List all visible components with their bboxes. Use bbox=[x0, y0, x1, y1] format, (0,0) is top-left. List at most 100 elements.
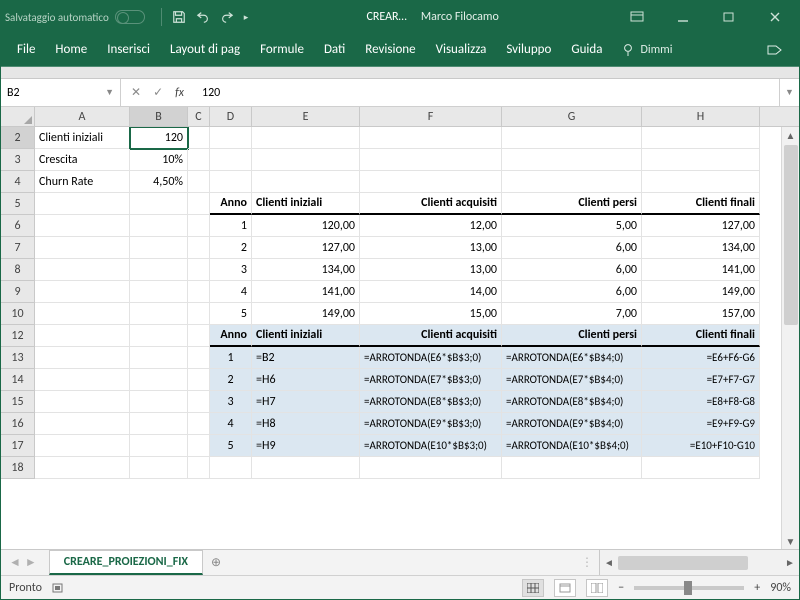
cell-B3[interactable]: 10% bbox=[130, 149, 188, 171]
name-box[interactable]: B2 ▼ bbox=[1, 79, 121, 106]
zoom-out-button[interactable]: − bbox=[618, 581, 624, 595]
sheet-next-icon[interactable]: ► bbox=[25, 555, 37, 570]
row-18-header[interactable]: 18 bbox=[1, 457, 35, 479]
row-12-header[interactable]: 12 bbox=[1, 325, 35, 347]
cell-E9[interactable]: 141,00 bbox=[252, 281, 360, 303]
horizontal-scroll-thumb[interactable] bbox=[618, 556, 748, 570]
sheet-area-grip-icon[interactable]: ⋮ bbox=[575, 555, 599, 570]
cell-G9[interactable]: 6,00 bbox=[502, 281, 642, 303]
cell-H10[interactable]: 157,00 bbox=[642, 303, 760, 325]
formula-input[interactable]: 120 bbox=[194, 79, 779, 106]
save-icon[interactable] bbox=[172, 10, 186, 24]
cell-H17[interactable]: =E10+F10-G10 bbox=[642, 435, 760, 457]
cell-E15[interactable]: =H7 bbox=[252, 391, 360, 413]
cell-E8[interactable]: 134,00 bbox=[252, 259, 360, 281]
col-F[interactable]: F bbox=[360, 107, 502, 126]
sheet-nav-arrows[interactable]: ◄ ► bbox=[1, 550, 45, 575]
cell-C2[interactable] bbox=[188, 127, 210, 149]
col-G[interactable]: G bbox=[502, 107, 642, 126]
view-page-break-button[interactable] bbox=[586, 579, 608, 597]
cell-D2[interactable] bbox=[210, 127, 252, 149]
vertical-scroll-thumb[interactable] bbox=[784, 145, 798, 325]
row-13-header[interactable]: 13 bbox=[1, 347, 35, 369]
qat-more-icon[interactable]: ▸ bbox=[244, 12, 249, 23]
cell-F17[interactable]: =ARROTONDA(E10*$B$3;0) bbox=[360, 435, 502, 457]
cell-F15[interactable]: =ARROTONDA(E8*$B$3;0) bbox=[360, 391, 502, 413]
tab-sviluppo[interactable]: Sviluppo bbox=[496, 33, 561, 67]
cell-D5[interactable]: Anno bbox=[210, 193, 252, 215]
tab-inserisci[interactable]: Inserisci bbox=[97, 33, 160, 67]
cell-E5[interactable]: Clienti iniziali bbox=[252, 193, 360, 215]
cell-D16[interactable]: 4 bbox=[210, 413, 252, 435]
horizontal-scrollbar[interactable]: ◄ ► bbox=[599, 550, 799, 575]
cell-F7[interactable]: 13,00 bbox=[360, 237, 502, 259]
col-H[interactable]: H bbox=[642, 107, 760, 126]
row-17-header[interactable]: 17 bbox=[1, 435, 35, 457]
cell-F10[interactable]: 15,00 bbox=[360, 303, 502, 325]
cell-E7[interactable]: 127,00 bbox=[252, 237, 360, 259]
row-10-header[interactable]: 10 bbox=[1, 303, 35, 325]
scroll-left-icon[interactable]: ◄ bbox=[600, 556, 618, 569]
col-C[interactable]: C bbox=[188, 107, 210, 126]
cell-G8[interactable]: 6,00 bbox=[502, 259, 642, 281]
col-A[interactable]: A bbox=[35, 107, 130, 126]
cell-G15[interactable]: =ARROTONDA(E8*$B$4;0) bbox=[502, 391, 642, 413]
autosave-toggle[interactable]: Salvataggio automatico bbox=[5, 10, 145, 24]
cancel-formula-icon[interactable]: ✕ bbox=[131, 85, 141, 100]
cell-H16[interactable]: =E9+F9-G9 bbox=[642, 413, 760, 435]
cell-D12[interactable]: Anno bbox=[210, 325, 252, 347]
cell-G10[interactable]: 7,00 bbox=[502, 303, 642, 325]
ribbon-display-icon[interactable] bbox=[617, 2, 657, 32]
cell-F14[interactable]: =ARROTONDA(E7*$B$3;0) bbox=[360, 369, 502, 391]
cell-H14[interactable]: =E7+F7-G7 bbox=[642, 369, 760, 391]
tab-guida[interactable]: Guida bbox=[561, 33, 612, 67]
cell-E6[interactable]: 120,00 bbox=[252, 215, 360, 237]
cell-H2[interactable] bbox=[642, 127, 760, 149]
cell-D15[interactable]: 3 bbox=[210, 391, 252, 413]
formula-expand-icon[interactable]: ▼ bbox=[779, 79, 799, 106]
zoom-in-button[interactable]: + bbox=[754, 581, 760, 595]
cell-D14[interactable]: 2 bbox=[210, 369, 252, 391]
cell-F13[interactable]: =ARROTONDA(E6*$B$3;0) bbox=[360, 347, 502, 369]
cell-F5[interactable]: Clienti acquisiti bbox=[360, 193, 502, 215]
cell-G5[interactable]: Clienti persi bbox=[502, 193, 642, 215]
tab-home[interactable]: Home bbox=[45, 33, 97, 67]
cell-D7[interactable]: 2 bbox=[210, 237, 252, 259]
cell-G17[interactable]: =ARROTONDA(E10*$B$4;0) bbox=[502, 435, 642, 457]
row-14-header[interactable]: 14 bbox=[1, 369, 35, 391]
cell-D8[interactable]: 3 bbox=[210, 259, 252, 281]
cell-G12[interactable]: Clienti persi bbox=[502, 325, 642, 347]
row-3-header[interactable]: 3 bbox=[1, 149, 35, 171]
cell-D13[interactable]: 1 bbox=[210, 347, 252, 369]
cell-H5[interactable]: Clienti finali bbox=[642, 193, 760, 215]
cell-F2[interactable] bbox=[360, 127, 502, 149]
cell-H6[interactable]: 127,00 bbox=[642, 215, 760, 237]
select-all-button[interactable] bbox=[1, 107, 35, 126]
cell-E10[interactable]: 149,00 bbox=[252, 303, 360, 325]
col-E[interactable]: E bbox=[252, 107, 360, 126]
share-button[interactable] bbox=[757, 43, 793, 57]
cell-D10[interactable]: 5 bbox=[210, 303, 252, 325]
row-15-header[interactable]: 15 bbox=[1, 391, 35, 413]
row-8-header[interactable]: 8 bbox=[1, 259, 35, 281]
spreadsheet-grid[interactable]: A B C D E F G H 2 Clienti iniziali 120 bbox=[1, 107, 799, 549]
cell-H13[interactable]: =E6+F6-G6 bbox=[642, 347, 760, 369]
cell-H12[interactable]: Clienti finali bbox=[642, 325, 760, 347]
redo-icon[interactable] bbox=[220, 10, 234, 24]
row-16-header[interactable]: 16 bbox=[1, 413, 35, 435]
tab-dati[interactable]: Dati bbox=[314, 33, 355, 67]
user-name[interactable]: Marco Filocamo bbox=[421, 10, 499, 24]
cell-E16[interactable]: =H8 bbox=[252, 413, 360, 435]
row-6-header[interactable]: 6 bbox=[1, 215, 35, 237]
cell-F6[interactable]: 12,00 bbox=[360, 215, 502, 237]
tab-visualizza[interactable]: Visualizza bbox=[426, 33, 497, 67]
cell-A3[interactable]: Crescita bbox=[35, 149, 130, 171]
minimize-button[interactable] bbox=[663, 2, 703, 32]
cell-F12[interactable]: Clienti acquisiti bbox=[360, 325, 502, 347]
cell-D17[interactable]: 5 bbox=[210, 435, 252, 457]
sheet-tab-active[interactable]: CREARE_PROIEZIONI_FIX bbox=[49, 550, 203, 575]
close-button[interactable] bbox=[755, 2, 795, 32]
row-7-header[interactable]: 7 bbox=[1, 237, 35, 259]
cell-B2[interactable]: 120 bbox=[130, 127, 188, 149]
row-5-header[interactable]: 5 bbox=[1, 193, 35, 215]
